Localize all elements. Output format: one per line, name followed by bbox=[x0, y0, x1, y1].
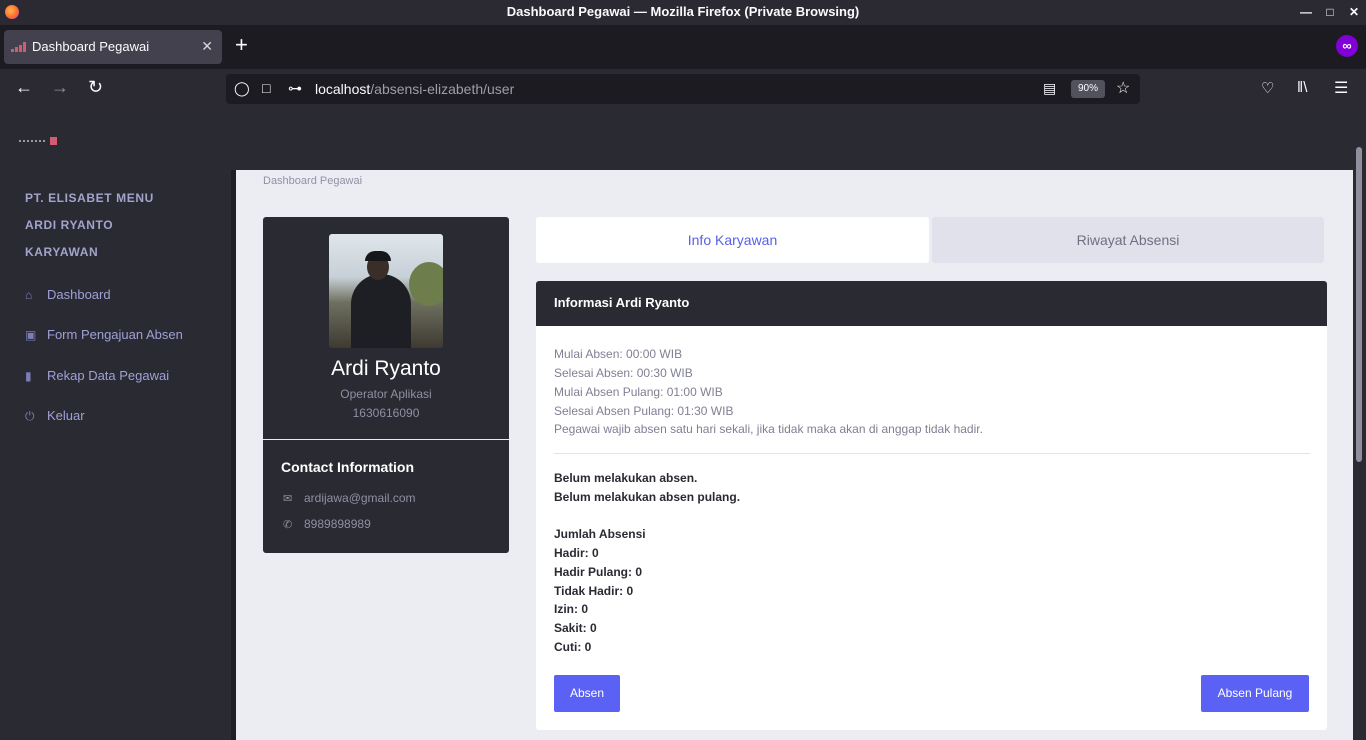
info-line: Selesai Absen: 00:30 WIB bbox=[554, 366, 693, 380]
key-icon[interactable]: ⊶ bbox=[288, 80, 302, 97]
sidebar-heading-role: KARYAWAN bbox=[25, 245, 99, 259]
sidebar-heading-user: ARDI RYANTO bbox=[25, 218, 114, 232]
contact-title: Contact Information bbox=[281, 459, 414, 475]
summary-izin: Izin: 0 bbox=[554, 602, 589, 616]
file-icon: ▮ bbox=[25, 369, 32, 383]
profile-name: Ardi Ryanto bbox=[331, 357, 441, 380]
info-line: Mulai Absen Pulang: 01:00 WIB bbox=[554, 385, 723, 399]
info-line: Mulai Absen: 00:00 WIB bbox=[554, 347, 683, 361]
private-browsing-icon: ∞ bbox=[1336, 35, 1358, 57]
contact-email: ✉ ardijawa@gmail.com bbox=[283, 491, 416, 505]
reload-icon[interactable]: ↻ bbox=[88, 77, 103, 98]
summary-tidak-hadir: Tidak Hadir: 0 bbox=[554, 584, 634, 598]
sidebar-border bbox=[231, 170, 236, 740]
summary-title: Jumlah Absensi bbox=[554, 527, 646, 541]
status-absen-pulang: Belum melakukan absen pulang. bbox=[554, 490, 741, 504]
email-value: ardijawa@gmail.com bbox=[304, 491, 416, 505]
sidebar-item-label: Keluar bbox=[47, 408, 85, 423]
sidebar-item-keluar[interactable]: ⏻ Keluar bbox=[25, 408, 85, 424]
summary-sakit: Sakit: 0 bbox=[554, 621, 597, 635]
sidebar-item-label: Rekap Data Pegawai bbox=[47, 368, 170, 383]
summary-hadir-pulang: Hadir Pulang: 0 bbox=[554, 565, 643, 579]
nav-bar: ← → ↻ ◯ □ ⊶ localhost/absensi-elizabeth/… bbox=[0, 69, 1366, 109]
library-icon[interactable]: ‖\ bbox=[1297, 79, 1307, 96]
favicon-icon bbox=[11, 42, 27, 52]
page-icon[interactable]: □ bbox=[262, 80, 270, 96]
menu-icon[interactable]: ☰ bbox=[1334, 78, 1348, 98]
window-title: Dashboard Pegawai — Mozilla Firefox (Pri… bbox=[506, 4, 860, 19]
pocket-icon[interactable]: ♡ bbox=[1261, 79, 1274, 97]
url-text[interactable]: localhost/absensi-elizabeth/user bbox=[315, 81, 514, 97]
url-host: localhost bbox=[315, 81, 371, 97]
tab-strip: Dashboard Pegawai ✕ + ∞ bbox=[0, 25, 1366, 69]
info-line: Selesai Absen Pulang: 01:30 WIB bbox=[554, 404, 734, 418]
close-window-icon[interactable]: ✕ bbox=[1344, 0, 1364, 25]
profile-role: Operator Aplikasi bbox=[340, 387, 432, 401]
close-tab-icon[interactable]: ✕ bbox=[201, 38, 213, 55]
url-path: /absensi-elizabeth/user bbox=[370, 81, 515, 97]
zoom-level[interactable]: 90% bbox=[1071, 80, 1105, 98]
shield-icon[interactable]: ◯ bbox=[234, 80, 250, 97]
sidebar-item-rekap-data[interactable]: ▮ Rekap Data Pegawai bbox=[25, 368, 169, 383]
sidebar-heading-company: PT. ELISABET MENU bbox=[25, 191, 154, 205]
browser-tab[interactable]: Dashboard Pegawai ✕ bbox=[4, 30, 222, 64]
bookmark-star-icon[interactable]: ☆ bbox=[1116, 78, 1130, 98]
home-icon: ⌂ bbox=[25, 288, 33, 302]
forward-icon[interactable]: → bbox=[51, 77, 69, 98]
sidebar-item-dashboard[interactable]: ⌂ Dashboard bbox=[25, 287, 111, 302]
brand-logo[interactable] bbox=[19, 137, 59, 145]
phone-value: 8989898989 bbox=[304, 517, 371, 531]
summary-cuti: Cuti: 0 bbox=[554, 640, 592, 654]
maximize-icon[interactable]: □ bbox=[1320, 0, 1340, 25]
status-absen: Belum melakukan absen. bbox=[554, 471, 698, 485]
avatar bbox=[329, 234, 443, 348]
info-card-title: Informasi Ardi Ryanto bbox=[536, 281, 1327, 326]
back-icon[interactable]: ← bbox=[15, 77, 33, 98]
sidebar-item-form-pengajuan[interactable]: ▣ Form Pengajuan Absen bbox=[25, 327, 183, 342]
contact-phone: ✆ 8989898989 bbox=[283, 517, 371, 531]
info-line: Pegawai wajib absen satu hari sekali, ji… bbox=[554, 422, 983, 436]
absen-button[interactable]: Absen bbox=[554, 675, 620, 712]
sidebar-item-label: Form Pengajuan Absen bbox=[47, 327, 183, 342]
browser-tab-title: Dashboard Pegawai bbox=[32, 39, 150, 54]
firefox-logo-icon bbox=[5, 5, 19, 19]
url-bar[interactable]: ◯ □ ⊶ localhost/absensi-elizabeth/user ▤… bbox=[226, 74, 1140, 104]
scrollbar-thumb[interactable] bbox=[1356, 147, 1362, 462]
phone-icon: ✆ bbox=[283, 519, 293, 531]
window-titlebar: Dashboard Pegawai — Mozilla Firefox (Pri… bbox=[0, 0, 1366, 25]
summary-hadir: Hadir: 0 bbox=[554, 546, 599, 560]
book-icon: ▣ bbox=[25, 328, 37, 342]
sidebar-item-label: Dashboard bbox=[47, 287, 111, 302]
profile-divider bbox=[263, 439, 509, 440]
absen-pulang-button[interactable]: Absen Pulang bbox=[1201, 675, 1309, 712]
tab-info-karyawan[interactable]: Info Karyawan bbox=[536, 217, 929, 263]
breadcrumb: Dashboard Pegawai bbox=[263, 175, 363, 187]
new-tab-icon[interactable]: + bbox=[235, 32, 248, 58]
envelope-icon: ✉ bbox=[283, 493, 293, 505]
reader-view-icon[interactable]: ▤ bbox=[1043, 80, 1056, 97]
tab-riwayat-absensi[interactable]: Riwayat Absensi bbox=[932, 217, 1324, 263]
profile-card: Ardi Ryanto Operator Aplikasi 1630616090… bbox=[263, 217, 509, 553]
power-icon: ⏻ bbox=[25, 409, 35, 423]
page-header bbox=[0, 109, 1353, 170]
info-divider bbox=[554, 453, 1310, 454]
minimize-icon[interactable]: — bbox=[1296, 0, 1316, 25]
info-card: Informasi Ardi Ryanto Mulai Absen: 00:00… bbox=[536, 281, 1327, 730]
profile-nip: 1630616090 bbox=[352, 406, 420, 420]
sidebar: PT. ELISABET MENU ARDI RYANTO KARYAWAN ⌂… bbox=[0, 170, 231, 740]
